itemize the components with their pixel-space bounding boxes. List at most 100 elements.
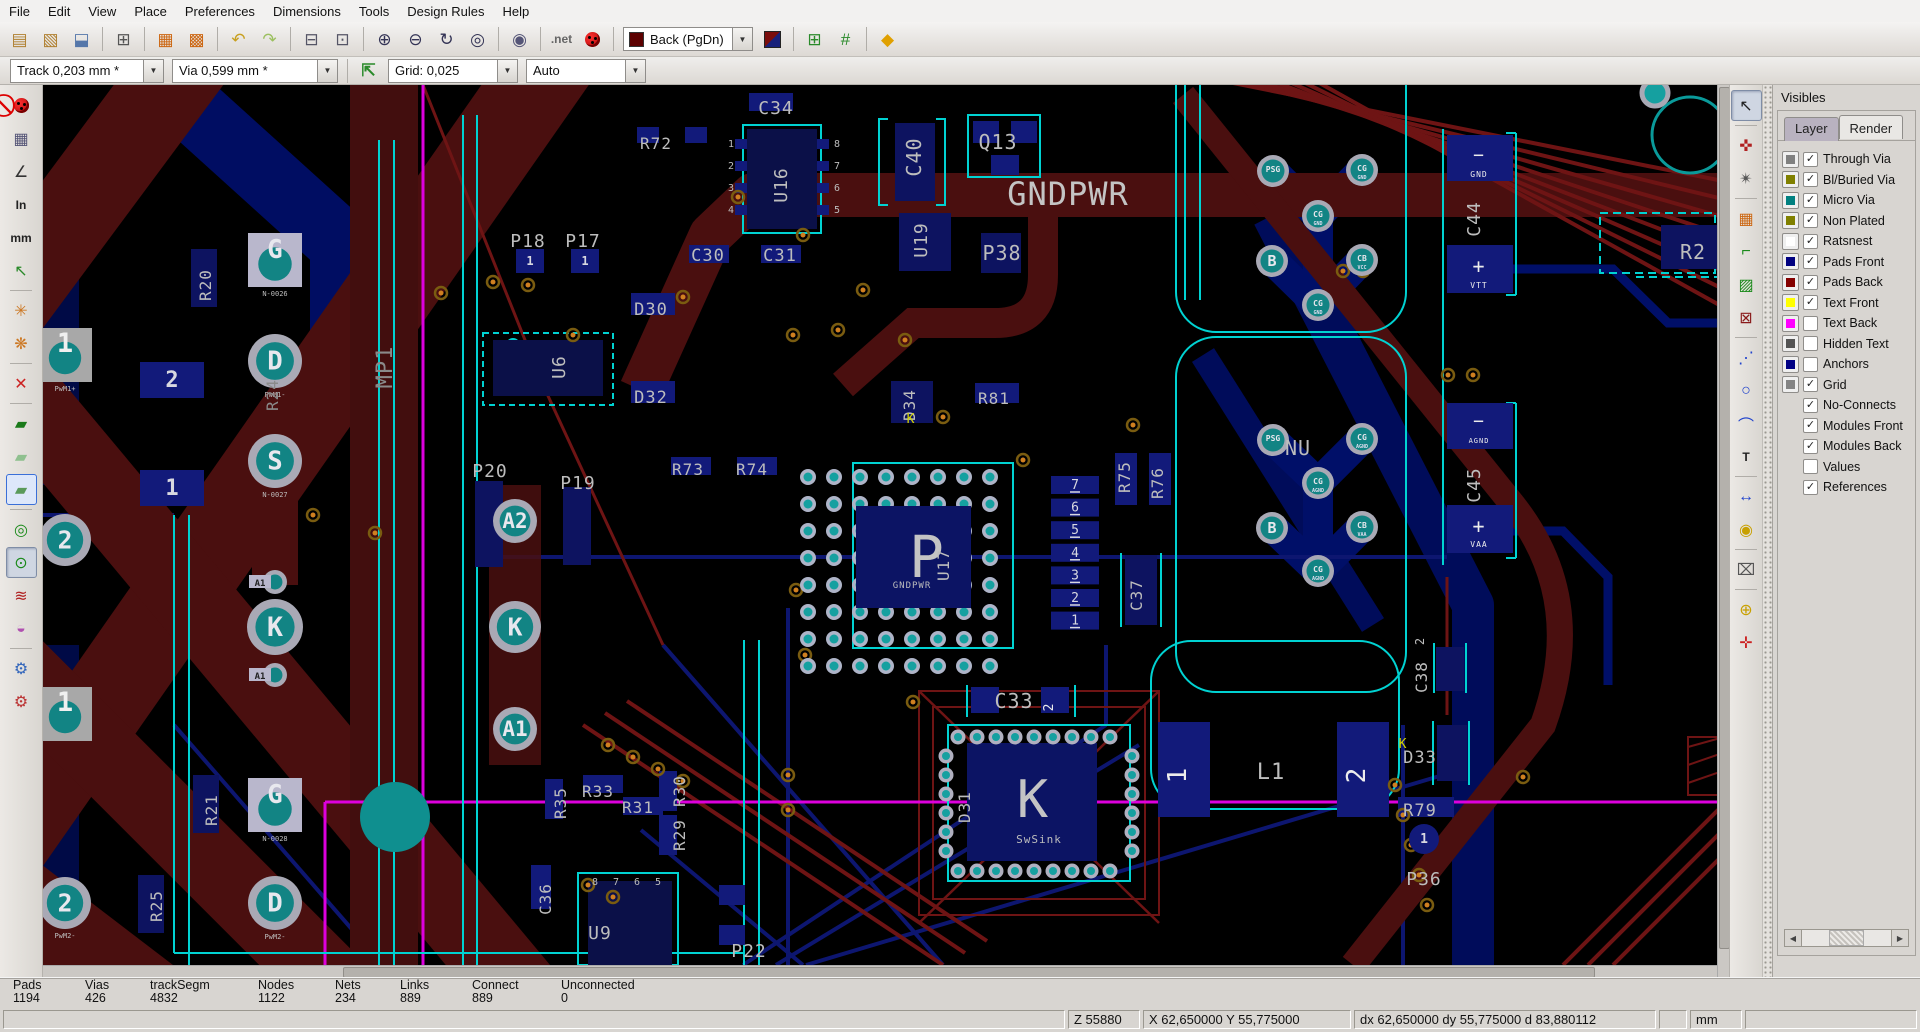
add-circle-tool[interactable]: ○ [1731,375,1762,406]
zoom-out-button[interactable]: ⊖ [401,25,430,54]
units-inches-toggle[interactable]: In [6,189,37,220]
high-contrast-toggle[interactable]: ≋ [6,580,37,611]
highlight-net-tool[interactable]: ✜ [1731,130,1762,161]
color-swatch[interactable] [1782,355,1799,373]
checkbox[interactable]: ✓ [1803,295,1818,311]
polar-coords-toggle[interactable]: ∠ [6,156,37,187]
open-board-button[interactable]: ▧ [36,25,65,54]
show-ratsnest-toggle[interactable]: ✳ [6,295,37,326]
scroll-left-arrow-icon[interactable]: ◀ [1785,930,1802,946]
checkbox[interactable]: ✓ [1803,254,1818,270]
checkbox[interactable] [1803,336,1818,352]
menu-edit[interactable]: Edit [39,2,79,21]
chevron-down-icon[interactable]: ▼ [732,28,752,50]
track-width-select[interactable]: Track 0,203 mm * ▼ [10,58,164,83]
units-mm-toggle[interactable]: mm [6,222,37,253]
add-zone-cutout-tool[interactable]: ⊠ [1731,302,1762,333]
module-viewer-button[interactable]: ▩ [182,25,211,54]
scroll-right-arrow-icon[interactable]: ▶ [1891,930,1908,946]
zoom-select[interactable]: Auto ▼ [526,58,646,83]
page-settings-button[interactable]: ⊞ [109,25,138,54]
checkbox[interactable]: ✓ [1803,192,1818,208]
checkbox[interactable]: ✓ [1803,172,1818,188]
menu-dimensions[interactable]: Dimensions [264,2,350,21]
sketch-vias-toggle[interactable]: ◎ [6,514,37,545]
menu-tools[interactable]: Tools [350,2,398,21]
find-button[interactable]: ◉ [505,25,534,54]
checkbox[interactable]: ✓ [1803,397,1818,413]
place-offset-tool[interactable]: ⊕ [1731,594,1762,625]
color-swatch[interactable] [1782,294,1799,312]
scroll-thumb[interactable] [1828,930,1865,946]
checkbox[interactable]: ✓ [1803,479,1818,495]
grid-origin-tool[interactable]: ✛ [1731,627,1762,658]
color-swatch[interactable] [1782,150,1799,168]
chevron-down-icon[interactable]: ▼ [317,59,337,82]
save-board-button[interactable]: ⬓ [67,25,96,54]
zoom-redraw-button[interactable]: ↻ [432,25,461,54]
add-line-tool[interactable]: ⋰ [1731,342,1762,373]
color-swatch[interactable] [1782,253,1799,271]
add-module-tool[interactable]: ▦ [1731,203,1762,234]
module-editor-button[interactable]: ▦ [151,25,180,54]
local-ratsnest-tool[interactable]: ✴ [1731,163,1762,194]
menu-view[interactable]: View [79,2,125,21]
color-swatch[interactable] [1782,376,1799,394]
cursor-shape-toggle[interactable]: ↖ [6,255,37,286]
chevron-down-icon[interactable]: ▼ [497,59,517,82]
show-zones-outline-toggle[interactable]: ▰ [5,474,37,505]
checkbox[interactable]: ✓ [1803,377,1818,393]
chevron-down-icon[interactable]: ▼ [625,59,645,82]
tab-render[interactable]: Render [1838,115,1904,139]
checkbox[interactable]: ✓ [1803,438,1818,454]
checkbox[interactable] [1803,315,1818,331]
checkbox[interactable]: ✓ [1803,233,1818,249]
module-check-button[interactable]: ⚙ [6,653,37,684]
grid-select[interactable]: Grid: 0,025 ▼ [388,58,518,83]
module-ratsnest-toggle[interactable]: ❋ [6,328,37,359]
layer-selector[interactable]: Back (PgDn) ▼ [623,27,753,51]
select-tool[interactable]: ↖ [1730,90,1762,121]
pcb-canvas[interactable]: G N-0026 D PwM1- S N-0027 K A1 A1 G N-0028 D PwM2- A2… [43,85,1717,965]
plot-button[interactable]: ⊡ [328,25,357,54]
new-board-button[interactable]: ▤ [5,25,34,54]
show-zones-toggle[interactable]: ▰ [6,408,37,439]
drc-button[interactable] [578,25,607,54]
add-arc-tool[interactable]: ⌒ [1731,408,1762,439]
tab-layer[interactable]: Layer [1784,117,1839,141]
drc-off-toggle[interactable]: ⃠ [6,90,37,121]
redo-button[interactable]: ↷ [255,25,284,54]
add-zone-tool[interactable]: ▨ [1731,269,1762,300]
delete-tool[interactable]: ⌧ [1731,554,1762,585]
color-swatch[interactable] [1782,191,1799,209]
module-mode-button[interactable]: ⊞ [800,25,829,54]
auto-track-width-toggle[interactable]: ⇱ [354,56,383,85]
color-swatch[interactable] [1782,335,1799,353]
via-size-select[interactable]: Via 0,599 mm * ▼ [172,58,338,83]
checkbox[interactable]: ✓ [1803,274,1818,290]
add-dimension-tool[interactable]: ↔ [1731,481,1762,512]
chevron-down-icon[interactable]: ▼ [143,59,163,82]
menu-place[interactable]: Place [125,2,176,21]
menu-file[interactable]: File [0,2,39,21]
color-swatch[interactable] [1782,171,1799,189]
print-button[interactable]: ⊟ [297,25,326,54]
sketch-tracks-toggle[interactable]: ⊙ [5,547,37,578]
scroll-track[interactable] [1802,930,1891,946]
zoom-in-button[interactable]: ⊕ [370,25,399,54]
checkbox[interactable]: ✓ [1803,151,1818,167]
layer-pair-button[interactable] [758,25,787,54]
checkbox[interactable]: ✓ [1803,213,1818,229]
color-swatch[interactable] [1782,273,1799,291]
track-mode-button[interactable]: # [831,25,860,54]
grid-toggle[interactable]: ▦ [6,123,37,154]
checkbox[interactable] [1803,459,1818,475]
track-cleanup-button[interactable]: ⚙ [6,686,37,717]
add-track-tool[interactable]: ⌐ [1731,236,1762,267]
zoom-fit-button[interactable]: ◎ [463,25,492,54]
add-text-tool[interactable]: T [1731,441,1762,472]
netlist-button[interactable]: .net [547,25,576,54]
menu-design-rules[interactable]: Design Rules [398,2,493,21]
color-swatch[interactable] [1782,232,1799,250]
checkbox[interactable]: ✓ [1803,418,1818,434]
